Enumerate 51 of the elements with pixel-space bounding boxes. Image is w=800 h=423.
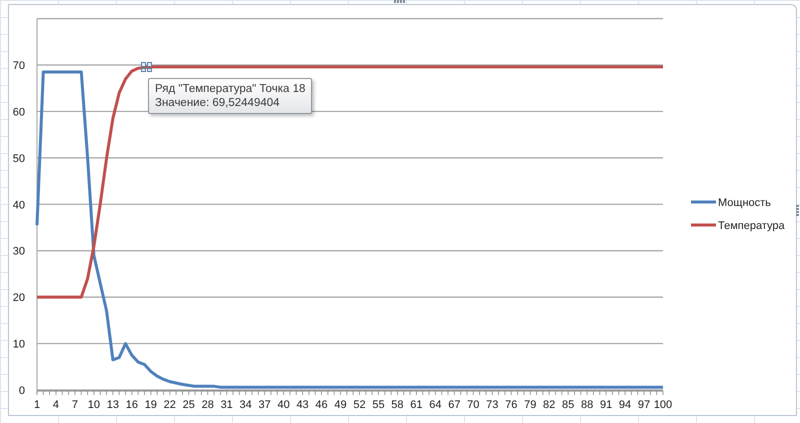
x-tick-label: 82 (543, 399, 556, 411)
y-tick-label: 0 (18, 385, 25, 397)
resize-handle-icon[interactable] (796, 205, 799, 217)
x-tick-label: 88 (581, 399, 594, 411)
legend-key-icon (691, 224, 716, 226)
x-tick-label: 37 (258, 399, 271, 411)
resize-handle-icon[interactable] (394, 0, 406, 3)
x-tick-label: 43 (296, 399, 309, 411)
x-tick-label: 73 (486, 399, 498, 411)
x-tick-label: 76 (505, 399, 518, 411)
x-tick-label: 40 (277, 399, 290, 411)
x-tick-label: 46 (315, 399, 328, 411)
x-tick-label: 70 (467, 399, 480, 411)
x-tick-label: 7 (72, 399, 78, 411)
y-tick-label: 10 (12, 338, 25, 351)
y-tick-label: 20 (12, 292, 25, 304)
tooltip-title: Ряд "Температура" Точка 18 (155, 82, 306, 96)
x-tick-label: 31 (220, 399, 233, 411)
x-tick-label: 49 (334, 399, 347, 411)
x-tick-label: 67 (448, 399, 460, 411)
y-tick-label: 30 (12, 246, 25, 258)
legend-label: Мощность (718, 197, 771, 209)
x-tick-label: 1 (34, 399, 40, 411)
x-tick-label: 52 (353, 399, 366, 411)
tooltip-value: Значение: 69,52449404 (155, 96, 281, 110)
y-tick-label: 40 (12, 199, 25, 212)
legend-label: Температура (718, 220, 785, 232)
x-tick-label: 79 (524, 399, 536, 411)
x-tick-label: 94 (618, 399, 632, 411)
x-tick-label: 91 (600, 399, 612, 411)
x-tick-label: 64 (429, 399, 442, 411)
y-tick-label: 60 (12, 106, 25, 118)
x-tick-label: 55 (372, 399, 385, 411)
point-handle-icon[interactable] (141, 62, 152, 72)
x-tick-label: 85 (562, 399, 574, 411)
x-tick-label: 10 (88, 399, 100, 411)
x-tick-label: 16 (126, 399, 138, 411)
x-tick-label: 100 (654, 399, 672, 411)
x-tick-label: 22 (164, 399, 176, 411)
x-tick-label: 61 (410, 399, 423, 411)
x-tick-label: 28 (202, 399, 214, 411)
legend-key-icon (691, 200, 716, 204)
x-tick-label: 58 (391, 399, 404, 411)
x-tick-label: 13 (106, 399, 119, 411)
x-tick-label: 19 (144, 399, 157, 411)
x-tick-label: 25 (182, 399, 195, 411)
x-tick-label: 4 (52, 399, 60, 411)
x-tick-label: 97 (638, 399, 650, 411)
x-tick-label: 34 (240, 399, 252, 411)
y-tick-label: 50 (12, 152, 25, 165)
y-tick-label: 70 (12, 60, 25, 72)
